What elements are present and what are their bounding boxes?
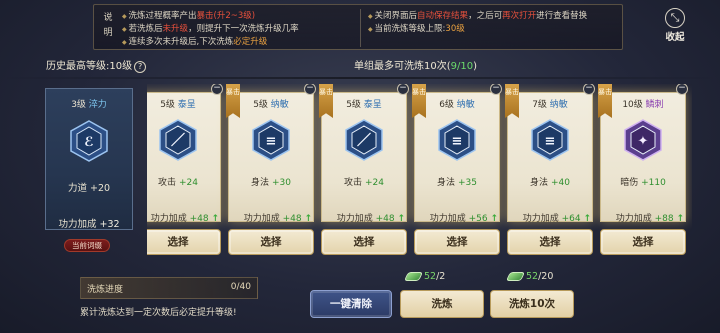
result-card-bonus: 功力加成 +48 ↑ — [150, 214, 219, 224]
agility-hex-icon: ≡ — [531, 119, 569, 161]
result-card-bonus: 功力加成 +48 ↑ — [336, 214, 405, 224]
select-button[interactable]: 选择 — [147, 229, 221, 255]
clear-all-button[interactable]: 一键清除 — [310, 290, 392, 318]
info-panel: 说明 洗炼过程概率产出暴击(升2~3级) 若洗炼后未升级，则提升下一次洗炼升级几… — [93, 4, 623, 50]
svg-text:≡: ≡ — [452, 134, 463, 149]
select-button[interactable]: 选择 — [600, 229, 686, 255]
info-divider — [360, 9, 361, 47]
wash-stone-icon — [505, 272, 526, 281]
select-button[interactable]: 选择 — [414, 229, 500, 255]
crit-tag: 暴击 — [412, 84, 426, 118]
max-wash-count: 单组最多可洗炼10次(9/10) — [354, 61, 478, 72]
select-button[interactable]: 选择 — [228, 229, 314, 255]
result-card-title: 5级 泰呈 — [160, 100, 196, 110]
discard-icon[interactable]: − — [211, 84, 223, 95]
crit-tag: 暴击 — [226, 84, 240, 118]
progress-hint: 累计洗炼达到一定次数后必定提升等级! — [80, 308, 237, 318]
discard-icon[interactable]: − — [583, 84, 595, 95]
info-column-right: 关闭界面后自动保存结果，之后可再次打开进行查看替换 当前洗炼等级上限:30级 — [368, 10, 588, 36]
progress-value: 0/40 — [230, 282, 251, 292]
svg-text:✦: ✦ — [638, 134, 649, 149]
wash10-cost: 52/20 — [505, 271, 553, 282]
result-card-body: 6级 纳敏 ≡ 身法 +35 功力加成 +56 ↑ — [414, 92, 500, 224]
sword-hex-icon: ／ — [345, 119, 383, 161]
result-card-stat: 身法 +40 — [530, 178, 570, 188]
result-card-title: 7级 纳敏 — [532, 100, 568, 110]
current-stat: 力道 +20 — [67, 183, 111, 194]
discard-icon[interactable]: − — [676, 84, 688, 95]
collapse-arrows-icon: ⤡ — [665, 8, 685, 28]
result-card-bonus: 功力加成 +56 ↑ — [429, 214, 498, 224]
collapse-label: 收起 — [665, 32, 685, 43]
sword-hex-icon: ／ — [159, 119, 197, 161]
result-card-list[interactable]: 5级 泰呈 ／ 攻击 +24 功力加成 +48 ↑ − 选择 5级 纳敏 ≡ 身法 +30 功力加… — [147, 84, 692, 260]
wash-progress: 洗炼进度 0/40 — [80, 277, 258, 299]
discard-icon[interactable]: − — [304, 84, 316, 95]
info-line: 洗炼过程概率产出暴击(升2~3级) — [122, 10, 299, 23]
current-affix-title: 3级 淬力 — [71, 100, 107, 110]
result-card[interactable]: 5级 纳敏 ≡ 身法 +30 功力加成 +48 ↑ 暴击 − 选择 — [226, 84, 316, 260]
result-card-bonus: 功力加成 +64 ↑ — [522, 214, 591, 224]
svg-text:≡: ≡ — [545, 134, 556, 149]
info-line: 关闭界面后自动保存结果，之后可再次打开进行查看替换 — [368, 10, 588, 23]
wash-stone-icon — [403, 272, 424, 281]
result-card-body: 5级 泰呈 ／ 攻击 +24 功力加成 +48 ↑ — [321, 92, 407, 224]
wash-button[interactable]: 洗炼 — [400, 290, 484, 318]
result-card-title: 10级 鳞刺 — [622, 100, 664, 110]
result-card-title: 6级 纳敏 — [439, 100, 475, 110]
discard-icon[interactable]: − — [490, 84, 502, 95]
collapse-button[interactable]: ⤡ 收起 — [661, 8, 689, 44]
info-line: 连续多次未升级后,下次洗炼必定升级 — [122, 36, 299, 49]
help-icon[interactable]: ? — [134, 61, 147, 73]
result-card[interactable]: 10级 鳞刺 ✦ 暗伤 +110 功力加成 +88 ↑ 暴击 − 选择 — [598, 84, 688, 260]
wash-screen: 说明 洗炼过程概率产出暴击(升2~3级) 若洗炼后未升级，则提升下一次洗炼升级几… — [0, 0, 720, 333]
result-card-body: 10级 鳞刺 ✦ 暗伤 +110 功力加成 +88 ↑ — [600, 92, 686, 224]
result-card-stat: 身法 +35 — [437, 178, 477, 188]
svg-text:ℰ: ℰ — [84, 135, 93, 150]
info-line: 当前洗炼等级上限:30级 — [368, 23, 587, 36]
current-affix-card: 3级 淬力 ℰ 力道 +20 功力加成 +32 — [45, 88, 133, 230]
result-card[interactable]: 5级 泰呈 ／ 攻击 +24 功力加成 +48 ↑ − 选择 — [147, 84, 223, 260]
result-card-stat: 攻击 +24 — [158, 178, 198, 188]
result-card-body: 5级 纳敏 ≡ 身法 +30 功力加成 +48 ↑ — [228, 92, 314, 224]
svg-text:／: ／ — [171, 133, 185, 149]
svg-text:／: ／ — [357, 133, 371, 149]
result-card[interactable]: 5级 泰呈 ／ 攻击 +24 功力加成 +48 ↑ 暴击 − 选择 — [319, 84, 409, 260]
result-card-bonus: 功力加成 +88 ↑ — [615, 214, 684, 224]
progress-label: 洗炼进度 — [87, 285, 124, 295]
current-bonus: 功力加成 +32 — [58, 219, 120, 230]
crit-tag: 暴击 — [598, 84, 612, 118]
wash-cost: 52/2 — [403, 271, 445, 282]
current-affix-tag: 当前词缀 — [64, 239, 110, 252]
agility-hex-icon: ≡ — [252, 119, 290, 161]
result-card-title: 5级 纳敏 — [253, 100, 289, 110]
agility-hex-icon: ≡ — [438, 119, 476, 161]
info-column-left: 洗炼过程概率产出暴击(升2~3级) 若洗炼后未升级，则提升下一次洗炼升级几率 连… — [122, 10, 299, 49]
result-card-stat: 攻击 +24 — [344, 178, 384, 188]
result-card-body: 5级 泰呈 ／ 攻击 +24 功力加成 +48 ↑ — [147, 92, 221, 224]
result-card-stat: 暗伤 +110 — [620, 178, 666, 188]
info-label: 说明 — [103, 13, 113, 38]
result-card-bonus: 功力加成 +48 ↑ — [243, 214, 312, 224]
result-card-body: 7级 纳敏 ≡ 身法 +40 功力加成 +64 ↑ — [507, 92, 593, 224]
select-button[interactable]: 选择 — [321, 229, 407, 255]
info-line: 若洗炼后未升级，则提升下一次洗炼升级几率 — [122, 23, 299, 36]
divider — [0, 77, 720, 79]
result-card[interactable]: 7级 纳敏 ≡ 身法 +40 功力加成 +64 ↑ 暴击 − 选择 — [505, 84, 595, 260]
select-button[interactable]: 选择 — [507, 229, 593, 255]
crit-tag: 暴击 — [505, 84, 519, 118]
svg-text:≡: ≡ — [266, 134, 277, 149]
result-card-stat: 身法 +30 — [251, 178, 291, 188]
crit-hex-icon: ✦ — [624, 119, 662, 161]
result-card[interactable]: 6级 纳敏 ≡ 身法 +35 功力加成 +56 ↑ 暴击 − 选择 — [412, 84, 502, 260]
rune-hex-icon: ℰ — [70, 120, 108, 162]
crit-tag: 暴击 — [319, 84, 333, 118]
discard-icon[interactable]: − — [397, 84, 409, 95]
wash-10-button[interactable]: 洗炼10次 — [490, 290, 574, 318]
result-card-title: 5级 泰呈 — [346, 100, 382, 110]
history-max-level: 历史最高等级:10级? — [46, 57, 147, 73]
